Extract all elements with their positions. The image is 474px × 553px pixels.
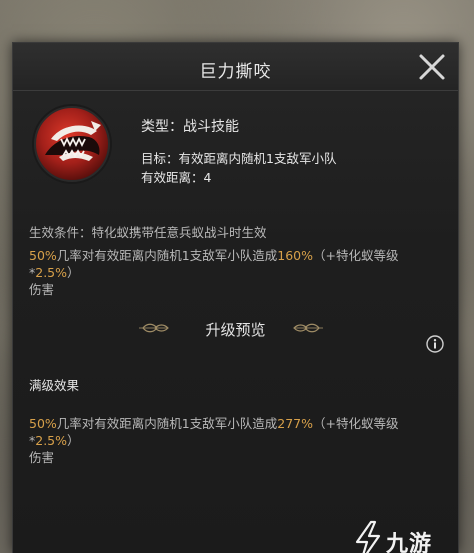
max-effect-text: 几率对有效距离内随机1支敌军小队造成 xyxy=(56,416,278,431)
watermark: 九游 xyxy=(351,520,451,553)
skill-range: 有效距离：4 xyxy=(141,170,212,185)
effect-chance: 50% xyxy=(29,248,57,263)
upgrade-divider: 升级预览 xyxy=(13,315,458,341)
skill-icon xyxy=(31,103,113,185)
max-effect-chance: 50% xyxy=(29,416,57,431)
skill-effect-description: 50%几率对有效距离内随机1支敌军小队造成160%（+特化蚁等级*2.5%） 伤害 xyxy=(29,247,449,298)
effect-text: 几率对有效距离内随机1支敌军小队造成 xyxy=(56,248,278,263)
skill-type: 类型：战斗技能 xyxy=(141,119,239,135)
close-icon[interactable] xyxy=(416,51,448,83)
max-effect-bonus-value: 2.5% xyxy=(35,433,68,448)
effect-tail: 伤害 xyxy=(29,282,55,297)
max-level-effect-description: 50%几率对有效距离内随机1支敌军小队造成277%（+特化蚁等级*2.5%） 伤害 xyxy=(29,415,449,466)
effect-damage-pct: 160% xyxy=(277,248,314,263)
dialog-header: 巨力撕咬 xyxy=(13,43,458,91)
serpent-bite-icon xyxy=(32,104,112,184)
close-button[interactable] xyxy=(416,51,448,83)
max-level-label: 满级效果 xyxy=(29,378,80,393)
upgrade-preview-title: 升级预览 xyxy=(205,321,266,339)
effect-bonus-value: 2.5% xyxy=(35,265,68,280)
watermark-text: 九游 xyxy=(386,532,433,553)
skill-target: 目标：有效距离内随机1支敌军小队 xyxy=(141,151,337,166)
max-effect-damage-pct: 277% xyxy=(277,416,314,431)
skill-condition: 生效条件：特化蚁携带任意兵蚁战斗时生效 xyxy=(29,225,267,240)
max-effect-tail: 伤害 xyxy=(29,450,55,465)
info-icon[interactable] xyxy=(426,335,444,353)
leaf-ornament-right-icon xyxy=(293,323,323,333)
skill-dialog: 巨力撕咬 类型：战斗技能 目标：有效距离内随机1支敌军小队 有效距离：4 生效条… xyxy=(12,42,459,553)
dialog-title: 巨力撕咬 xyxy=(199,62,272,82)
info-button[interactable] xyxy=(426,335,444,353)
jiuyou-logo-icon xyxy=(355,520,381,553)
effect-bonus-suffix: ） xyxy=(67,265,80,280)
max-effect-bonus-suffix: ） xyxy=(67,433,80,448)
